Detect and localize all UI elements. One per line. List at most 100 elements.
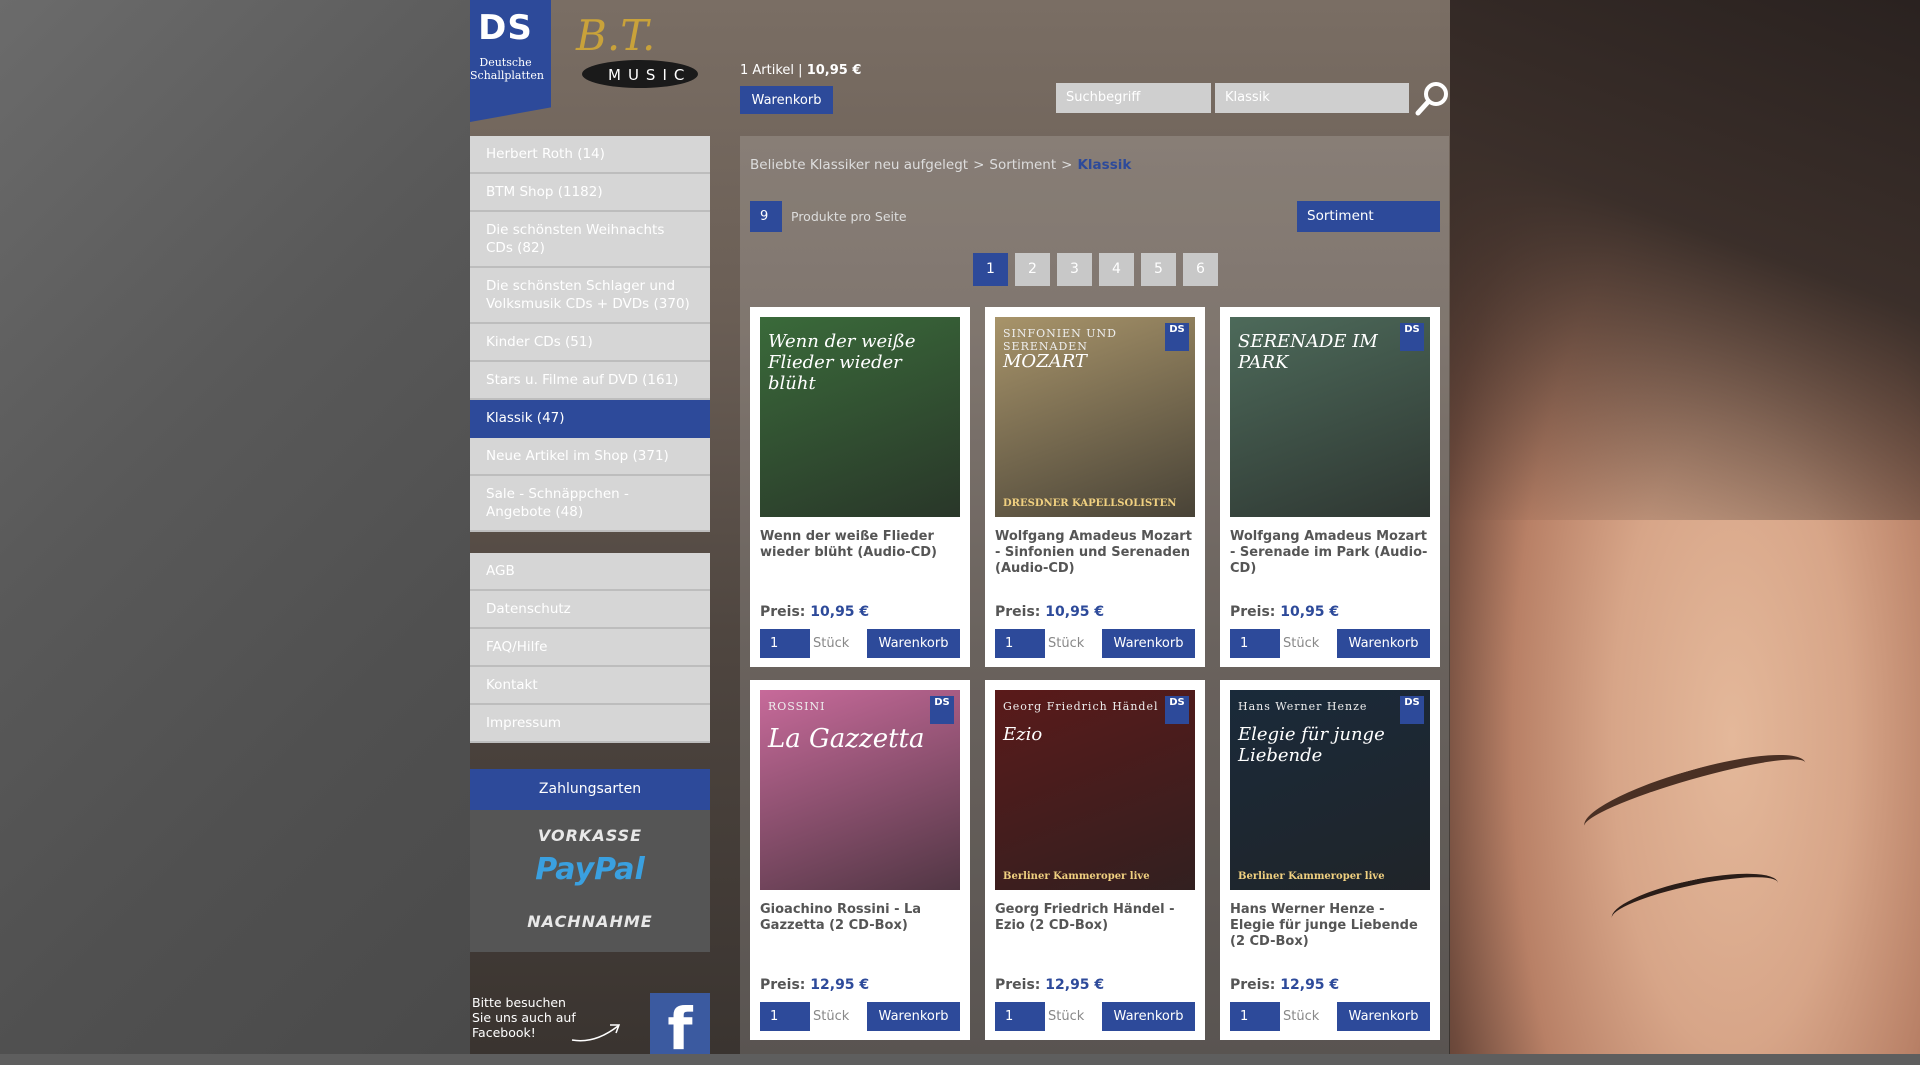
product-title[interactable]: Wolfgang Amadeus Mozart - Sinfonien und … [995,529,1195,577]
quantity-input[interactable]: 1 [1230,629,1280,658]
page-button[interactable]: 1 [973,253,1008,286]
page-button[interactable]: 6 [1183,253,1218,286]
info-link[interactable]: Impressum [470,705,710,743]
add-to-cart-button[interactable]: Warenkorb [1337,629,1430,658]
breadcrumb-item[interactable]: Sortiment [989,157,1056,173]
sort-select[interactable]: Sortiment [1297,201,1440,232]
price-value: 12,95 € [810,977,870,993]
product-cover[interactable]: DS Hans Werner Henze Elegie für junge Li… [1230,690,1430,890]
quantity-unit: Stück [813,636,850,651]
btm-logo-music: MUSIC [608,66,691,84]
product-price: Preis: 12,95 € [1230,977,1339,993]
price-label: Preis: [1230,977,1276,993]
category-menu: Herbert Roth (14) BTM Shop (1182) Die schö… [470,136,710,532]
product-price: Preis: 10,95 € [760,604,869,620]
cart-count: 1 Artikel [740,63,795,78]
payment-vorkasse: VORKASSE [537,826,643,845]
sidebar-item[interactable]: Die schönsten Schlager und Volksmusik CD… [470,268,710,324]
price-label: Preis: [760,604,806,620]
product-card: Wenn der weiße Flieder wieder blüht Wenn… [750,307,970,667]
add-to-cart-button[interactable]: Warenkorb [1102,629,1195,658]
cover-subtitle: SINFONIEN UND SERENADEN [1003,327,1117,353]
quantity-input[interactable]: 1 [995,629,1045,658]
breadcrumb-separator: > [973,157,985,173]
sidebar-item[interactable]: BTM Shop (1182) [470,174,710,212]
background-photo-hair [1450,0,1920,520]
per-page-label: Produkte pro Seite [791,209,907,224]
search-term-input[interactable]: Suchbegriff [1056,83,1211,113]
product-card: DS SINFONIEN UND SERENADEN MOZART DRESDN… [985,307,1205,667]
sidebar-item[interactable]: Stars u. Filme auf DVD (161) [470,362,710,400]
add-to-cart-button[interactable]: Warenkorb [867,1002,960,1031]
product-card: DS ROSSINI La Gazzetta Gioachino Rossini… [750,680,970,1040]
quantity-input[interactable]: 1 [760,1002,810,1031]
add-to-cart-button[interactable]: Warenkorb [1102,1002,1195,1031]
product-title[interactable]: Wenn der weiße Flieder wieder blüht (Aud… [760,529,960,561]
cover-title: SERENADE IM PARK [1238,331,1378,373]
facebook-invite-text: Bitte besuchen Sie uns auch auf Facebook… [472,995,576,1040]
facebook-icon[interactable]: f [650,993,710,1063]
quantity-input[interactable]: 1 [760,629,810,658]
cart-total: 10,95 € [806,63,862,78]
page-button[interactable]: 4 [1099,253,1134,286]
page-button[interactable]: 3 [1057,253,1092,286]
breadcrumb-item[interactable]: Beliebte Klassiker neu aufgelegt [750,157,968,173]
add-to-cart-button[interactable]: Warenkorb [1337,1002,1430,1031]
product-title[interactable]: Georg Friedrich Händel - Ezio (2 CD-Box) [995,902,1195,934]
product-title[interactable]: Wolfgang Amadeus Mozart - Serenade im Pa… [1230,529,1430,577]
product-title[interactable]: Hans Werner Henze - Elegie für junge Lie… [1230,902,1430,950]
per-page-select[interactable]: 9 [750,201,782,232]
breadcrumb-separator: > [1061,157,1073,173]
price-value: 12,95 € [1280,977,1340,993]
quantity-input[interactable]: 1 [1230,1002,1280,1031]
product-price: Preis: 10,95 € [995,604,1104,620]
sidebar-item[interactable]: Sale - Schnäppchen - Angebote (48) [470,476,710,532]
payment-methods-panel: VORKASSE PayPal NACHNAHME [470,810,710,952]
page-button[interactable]: 2 [1015,253,1050,286]
info-link[interactable]: Datenschutz [470,591,710,629]
cart-button[interactable]: Warenkorb [740,86,833,114]
product-card: DS SERENADE IM PARK Wolfgang Amadeus Moz… [1220,307,1440,667]
sidebar-item[interactable]: Klassik (47) [470,400,710,438]
quantity-unit: Stück [1283,1009,1320,1024]
cover-title: Elegie für junge Liebende [1238,724,1385,766]
info-link[interactable]: FAQ/Hilfe [470,629,710,667]
product-price: Preis: 12,95 € [760,977,869,993]
sidebar-item[interactable]: Neue Artikel im Shop (371) [470,438,710,476]
price-value: 10,95 € [1280,604,1340,620]
product-cover[interactable]: DS ROSSINI La Gazzetta [760,690,960,890]
page-button[interactable]: 5 [1141,253,1176,286]
price-value: 10,95 € [1045,604,1105,620]
ds-logo[interactable]: DS Deutsche Schallplatten [470,0,551,122]
sidebar-item[interactable]: Die schönsten Weihnachts CDs (82) [470,212,710,268]
product-cover[interactable]: DS SINFONIEN UND SERENADEN MOZART DRESDN… [995,317,1195,517]
product-cover[interactable]: DS SERENADE IM PARK [1230,317,1430,517]
cover-bottom-text: Berliner Kammeroper live [1238,871,1385,882]
cover-bottom-text: Berliner Kammeroper live [1003,871,1150,882]
cover-subtitle: Georg Friedrich Händel [1003,700,1159,713]
info-link[interactable]: AGB [470,553,710,591]
cover-subtitle: Hans Werner Henze [1238,700,1368,713]
sidebar-item[interactable]: Kinder CDs (51) [470,324,710,362]
info-link[interactable]: Kontakt [470,667,710,705]
product-card: DS Georg Friedrich Händel Ezio Berliner … [985,680,1205,1040]
product-price: Preis: 10,95 € [1230,604,1339,620]
search-icon[interactable] [1414,80,1452,116]
product-cover[interactable]: Wenn der weiße Flieder wieder blüht [760,317,960,517]
product-title[interactable]: Gioachino Rossini - La Gazzetta (2 CD-Bo… [760,902,960,934]
sidebar-item[interactable]: Herbert Roth (14) [470,136,710,174]
price-label: Preis: [760,977,806,993]
payment-nachnahme: NACHNAHME [527,912,653,931]
quantity-unit: Stück [1048,636,1085,651]
cover-title: MOZART [1003,351,1087,372]
pagination: 123456 [973,253,1218,286]
product-cover[interactable]: DS Georg Friedrich Händel Ezio Berliner … [995,690,1195,890]
search-category-select[interactable]: Klassik [1215,83,1409,113]
cart-summary: 1 Artikel | 10,95 € [740,63,862,78]
add-to-cart-button[interactable]: Warenkorb [867,629,960,658]
product-price: Preis: 12,95 € [995,977,1104,993]
quantity-input[interactable]: 1 [995,1002,1045,1031]
btm-music-logo[interactable]: B.T. MUSIC [572,10,700,90]
payment-methods-title: Zahlungsarten [470,769,710,810]
info-menu: AGB Datenschutz FAQ/Hilfe Kontakt Impressum [470,553,710,743]
